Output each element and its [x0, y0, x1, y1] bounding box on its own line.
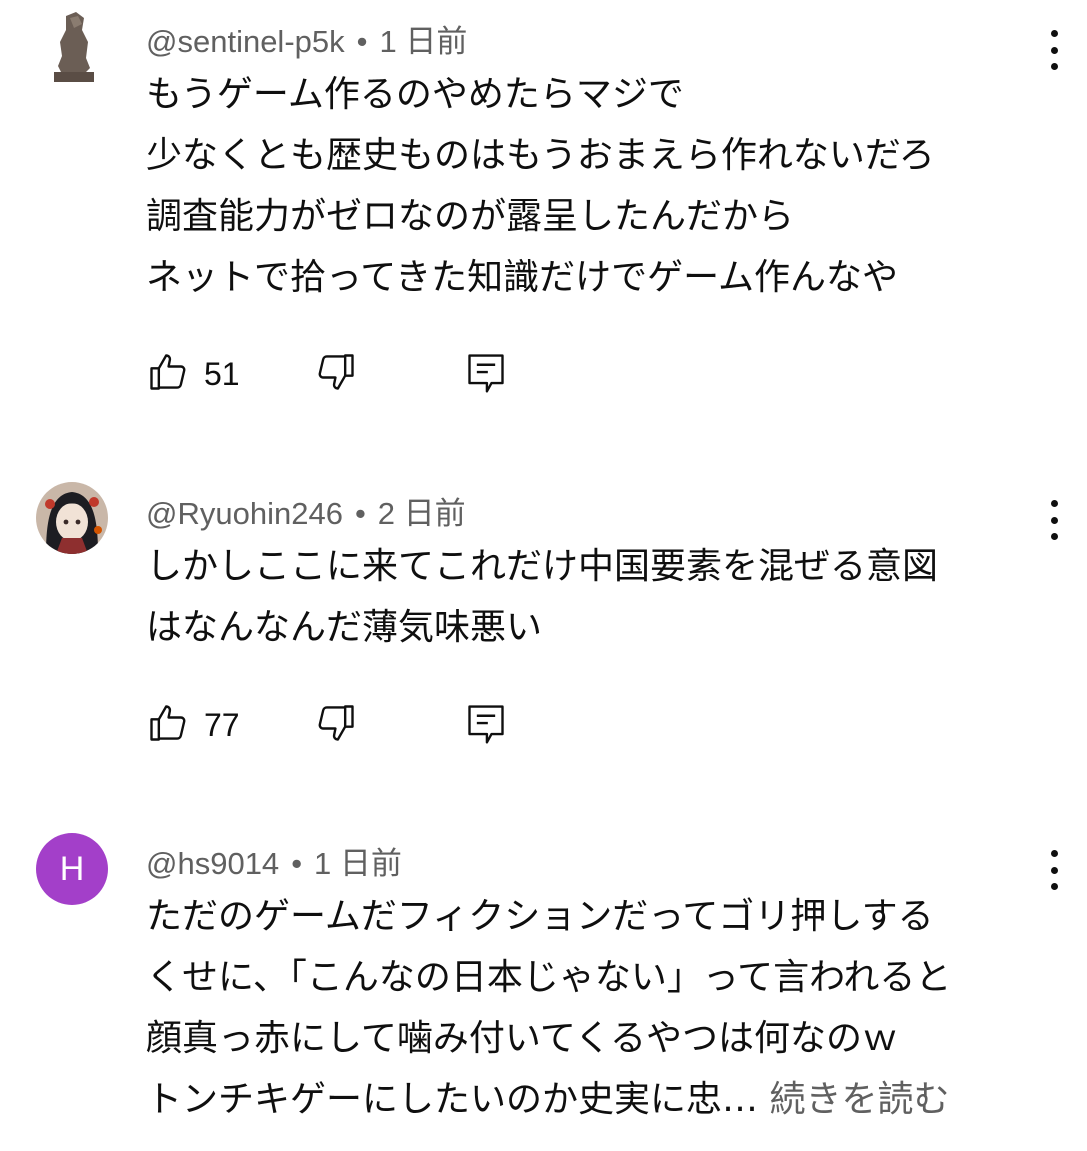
like-count: 51 — [204, 356, 240, 392]
comment-line: しかしここに来てこれだけ中国要素を混ぜる意図 — [146, 546, 939, 587]
comment-time: 2 日前 — [377, 496, 466, 531]
comment-line: トンチキゲーにしたいのか史実に忠… 続きを読む — [146, 1069, 1026, 1130]
comment-header: @sentinel-p5k • 1 日前 — [146, 16, 467, 61]
comment-line: はなんなんだ薄気味悪い — [146, 607, 543, 648]
thumbs-up-icon — [150, 354, 186, 390]
reply-button[interactable] — [464, 701, 508, 751]
comment-menu-button[interactable] — [1045, 500, 1063, 540]
avatar[interactable] — [36, 482, 108, 554]
separator-dot: • — [354, 496, 366, 531]
menu-dot — [1050, 866, 1058, 874]
reply-icon — [468, 705, 504, 744]
separator-dot: • — [291, 846, 303, 881]
comment-header: @Ryuohin246 • 2 日前 — [146, 488, 466, 533]
author-name[interactable]: @hs9014 — [146, 846, 279, 881]
comment-actions: 51 — [146, 350, 546, 400]
menu-dot — [1050, 516, 1058, 524]
reply-button[interactable] — [464, 350, 508, 400]
more-vert-icon — [1050, 850, 1058, 857]
author-name[interactable]: @sentinel-p5k — [146, 24, 345, 59]
dislike-button[interactable] — [314, 701, 358, 749]
thumbs-down-icon — [318, 705, 354, 741]
read-more-link[interactable]: 続きを読む — [769, 1079, 949, 1120]
menu-dot — [1050, 63, 1058, 70]
separator-dot: • — [356, 24, 368, 59]
menu-dot — [1050, 46, 1058, 54]
reply-icon — [468, 354, 504, 393]
truncated-line: トンチキゲーにしたいのか史実に忠… — [146, 1079, 759, 1120]
menu-dot — [1050, 533, 1058, 540]
more-vert-icon — [1050, 30, 1058, 37]
comment-line: もうゲーム作るのやめたらマジで — [146, 74, 684, 115]
dislike-button[interactable] — [314, 350, 358, 398]
like-count: 77 — [204, 707, 240, 743]
statue-avatar-icon — [36, 8, 110, 86]
comment-actions: 77 — [146, 701, 546, 751]
comment-time: 1 日前 — [314, 846, 402, 881]
comment-line: ネットで拾ってきた知識だけでゲーム作んなや — [146, 257, 899, 298]
comment-line: 顔真っ赤にして噛み付いてくるやつは何なのｗ — [146, 1018, 899, 1059]
more-vert-icon — [1050, 500, 1058, 507]
comment-time: 1 日前 — [379, 24, 468, 59]
like-button[interactable] — [146, 350, 190, 398]
comment-line: くせに、「こんなの日本じゃない」って言われると — [146, 957, 952, 998]
comment-line: 調査能力がゼロなのが露呈したんだから — [146, 196, 795, 237]
author-name[interactable]: @Ryuohin246 — [146, 496, 343, 531]
comment-menu-button[interactable] — [1045, 30, 1063, 70]
comment-menu-button[interactable] — [1045, 850, 1063, 890]
comment-text: ただのゲームだフィクションだってゴリ押しする くせに、「こんなの日本じゃない」っ… — [146, 886, 1026, 1130]
comment-header: @hs9014 • 1 日前 — [146, 838, 402, 883]
avatar[interactable]: H — [36, 833, 108, 905]
like-button[interactable] — [146, 701, 190, 749]
thumbs-down-icon — [318, 354, 354, 390]
comment-text: しかしここに来てこれだけ中国要素を混ぜる意図 はなんなんだ薄気味悪い — [146, 536, 1026, 658]
avatar[interactable] — [36, 8, 110, 86]
thumbs-up-icon — [150, 705, 186, 741]
comment-text: もうゲーム作るのやめたらマジで 少なくとも歴史ものはもうおまえら作れないだろ 調… — [146, 64, 1026, 308]
comment-line: ただのゲームだフィクションだってゴリ押しする — [146, 896, 934, 937]
anime-girl-avatar-icon — [36, 482, 108, 554]
menu-dot — [1050, 883, 1058, 890]
comment-line: 少なくとも歴史ものはもうおまえら作れないだろ — [146, 135, 935, 176]
